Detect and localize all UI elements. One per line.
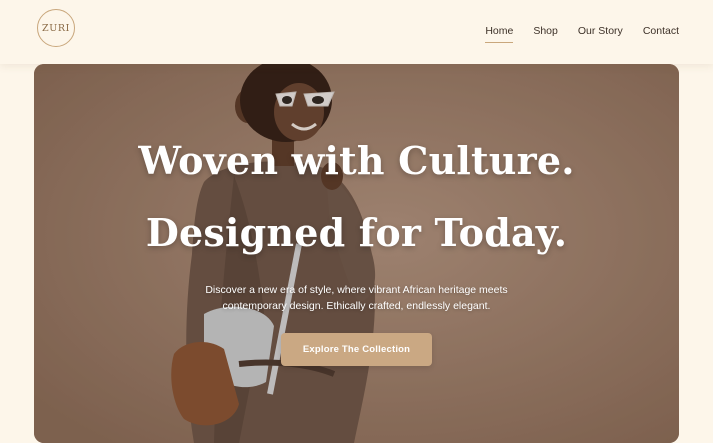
nav-item-contact[interactable]: Contact	[643, 25, 679, 41]
explore-collection-button[interactable]: Explore The Collection	[281, 333, 432, 366]
hero-subtext-line1: Discover a new era of style, where vibra…	[205, 284, 508, 296]
site-header: ZURI Home Shop Our Story Contact	[0, 0, 713, 64]
nav-item-shop[interactable]: Shop	[533, 25, 558, 41]
hero-subtext: Discover a new era of style, where vibra…	[34, 282, 679, 314]
main-nav: Home Shop Our Story Contact	[485, 25, 679, 43]
hero-headline-line2: Designed for Today.	[145, 210, 568, 255]
hero-headline-line1: Woven with Culture.	[138, 138, 575, 183]
hero-section: Woven with Culture. Designed for Today. …	[34, 64, 679, 443]
nav-item-our-story[interactable]: Our Story	[578, 25, 623, 41]
nav-item-home[interactable]: Home	[485, 25, 514, 43]
logo-text: ZURI	[42, 22, 70, 34]
hero-subtext-line2: contemporary design. Ethically crafted, …	[222, 300, 491, 312]
brand-logo[interactable]: ZURI	[37, 9, 75, 47]
